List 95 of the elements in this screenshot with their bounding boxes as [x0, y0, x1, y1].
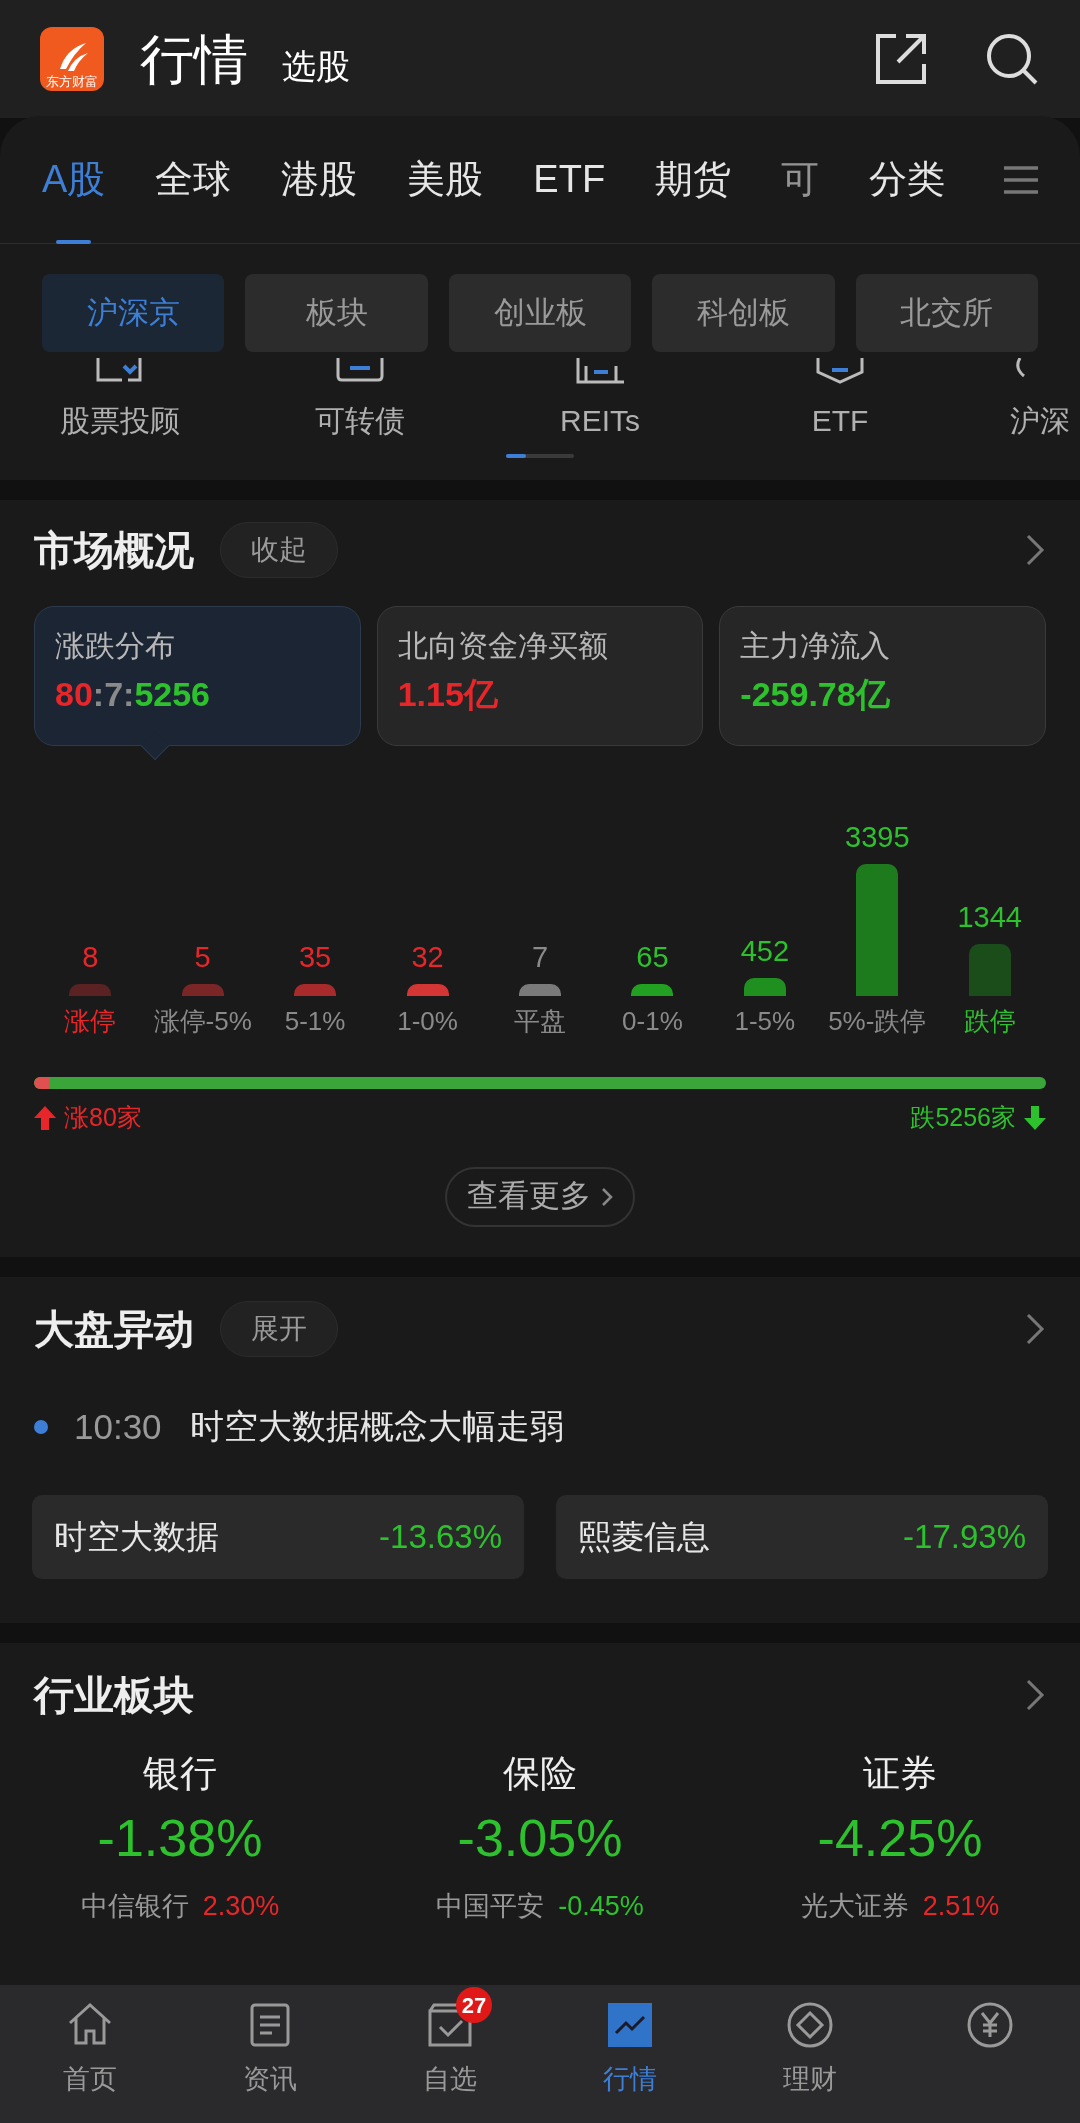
arrow-up-icon	[34, 1105, 56, 1130]
section-title: 大盘异动	[34, 1305, 194, 1353]
category-label: 涨停-5%	[153, 1005, 252, 1038]
share-icon[interactable]	[874, 32, 928, 86]
sub-tab[interactable]: 北交所	[855, 274, 1039, 352]
shortcut-icon[interactable]	[814, 358, 866, 384]
bar-value: 1344	[957, 902, 1022, 932]
shortcut-label[interactable]: REITs	[560, 406, 640, 436]
shortcut-label[interactable]: 股票投顾	[60, 406, 180, 436]
category-button[interactable]: 分类	[869, 151, 946, 208]
category-label: 0-1%	[622, 1005, 683, 1038]
market-tab[interactable]: 美股	[407, 115, 484, 244]
bar-value: 7	[531, 943, 549, 972]
market-tab[interactable]: 港股	[281, 115, 358, 244]
nav-tab[interactable]: 27 自选	[360, 1985, 540, 2123]
card-label: 主力净流入	[740, 631, 892, 661]
leading-stock: 中国平安	[436, 1890, 545, 1923]
stock-card[interactable]: 熙菱信息 -17.93%	[556, 1495, 1048, 1579]
arrow-down-icon	[1024, 1105, 1046, 1130]
market-tab[interactable]: 全球	[155, 115, 232, 244]
leading-stock: 中信银行	[80, 1890, 189, 1923]
bar-value: 3395	[845, 823, 910, 852]
summary-card[interactable]: 主力净流入 -259.78亿	[719, 606, 1046, 746]
nav-tab[interactable]: 资讯	[180, 1985, 360, 2123]
card-value: -259.78亿	[740, 677, 891, 711]
leading-stock-change: 2.51%	[922, 1890, 1000, 1923]
section-title: 行业板块	[34, 1672, 194, 1719]
sub-tab[interactable]: 板块	[245, 274, 428, 352]
market-tab[interactable]: ETF	[533, 115, 606, 244]
bar-value: 35	[298, 943, 332, 972]
sector-change: -3.05%	[457, 1812, 623, 1864]
shortcut-label[interactable]: 可转债	[315, 406, 405, 436]
category-label: 跌停	[963, 1005, 1016, 1038]
shortcut-label[interactable]: ETF	[811, 406, 869, 436]
fall-count: 跌5256家	[910, 1102, 1016, 1133]
sub-tab[interactable]: 沪深京	[42, 274, 225, 352]
leading-stock-change: -0.45%	[558, 1890, 644, 1923]
search-icon[interactable]	[984, 31, 1040, 87]
category-label: 平盘	[513, 1005, 566, 1038]
stock-name: 熙菱信息	[578, 1517, 710, 1558]
nav-tab[interactable]: 理财	[720, 1985, 900, 2123]
scroll-indicator	[506, 454, 574, 458]
shortcut-icon[interactable]	[334, 358, 386, 384]
chevron-right-icon	[601, 1186, 613, 1207]
bar-value: 452	[740, 937, 790, 967]
app-logo: 东方财富	[40, 27, 104, 91]
sector-change: -1.38%	[97, 1812, 263, 1864]
market-tab[interactable]: 期货	[655, 115, 732, 244]
sector-name[interactable]: 证券	[863, 1755, 937, 1792]
card-label: 涨跌分布	[55, 631, 176, 661]
event-headline: 时空大数据概念大幅走弱	[189, 1406, 564, 1448]
card-label: 北向资金净买额	[397, 631, 609, 661]
stock-change: -17.93%	[903, 1517, 1026, 1558]
category-label: 1-0%	[397, 1005, 458, 1038]
card-value: 80:7:5256	[55, 677, 212, 711]
toggle-button[interactable]: 收起	[220, 522, 338, 578]
page-title: 行情	[140, 32, 248, 86]
sub-tab[interactable]: 创业板	[448, 274, 632, 352]
summary-card[interactable]: 北向资金净买额 1.15亿	[376, 606, 704, 746]
bar-value: 65	[636, 943, 669, 972]
sector-change: -4.25%	[817, 1812, 983, 1864]
section-title: 市场概况	[34, 527, 194, 574]
sector-name[interactable]: 保险	[503, 1755, 577, 1792]
card-value: 1.15亿	[397, 677, 499, 711]
stock-name: 时空大数据	[54, 1517, 219, 1558]
bar-value: 8	[82, 943, 99, 972]
view-more-button[interactable]: 查看更多	[445, 1166, 635, 1227]
chevron-right-icon[interactable]	[1024, 1677, 1046, 1713]
line-chart-icon	[606, 2001, 654, 2049]
menu-icon[interactable]	[1004, 164, 1038, 195]
rise-count: 涨80家	[64, 1102, 142, 1133]
shortcut-label[interactable]: 沪深	[1010, 406, 1070, 436]
nav-tab[interactable]: 行情	[540, 1985, 720, 2123]
stock-card[interactable]: 时空大数据 -13.63%	[32, 1495, 524, 1579]
bar-value: 32	[411, 943, 444, 972]
yen-icon	[966, 2001, 1014, 2049]
toggle-button[interactable]: 展开	[220, 1300, 338, 1357]
leading-stock-change: 2.30%	[202, 1890, 280, 1923]
sub-tab[interactable]: 科创板	[652, 274, 835, 352]
nav-tab[interactable]: 首页	[0, 1985, 180, 2123]
event-time: 10:30	[74, 1405, 162, 1448]
category-label: 5-1%	[284, 1005, 346, 1038]
notification-badge: 27	[456, 1987, 492, 2023]
leading-stock: 光大证券	[800, 1890, 909, 1923]
shortcut-icon[interactable]	[574, 358, 626, 384]
market-tab[interactable]: A股	[42, 115, 106, 244]
category-label: 1-5%	[734, 1005, 796, 1038]
stock-change: -13.63%	[379, 1517, 502, 1558]
stock-picker-link[interactable]: 选股	[282, 49, 350, 83]
market-tab[interactable]: 可	[781, 115, 820, 244]
bar-value: 5	[194, 943, 211, 972]
sector-name[interactable]: 银行	[143, 1755, 217, 1792]
chevron-right-icon[interactable]	[1024, 532, 1046, 568]
category-label: 涨停	[64, 1005, 117, 1038]
category-label: 5%-跌停	[828, 1005, 927, 1038]
